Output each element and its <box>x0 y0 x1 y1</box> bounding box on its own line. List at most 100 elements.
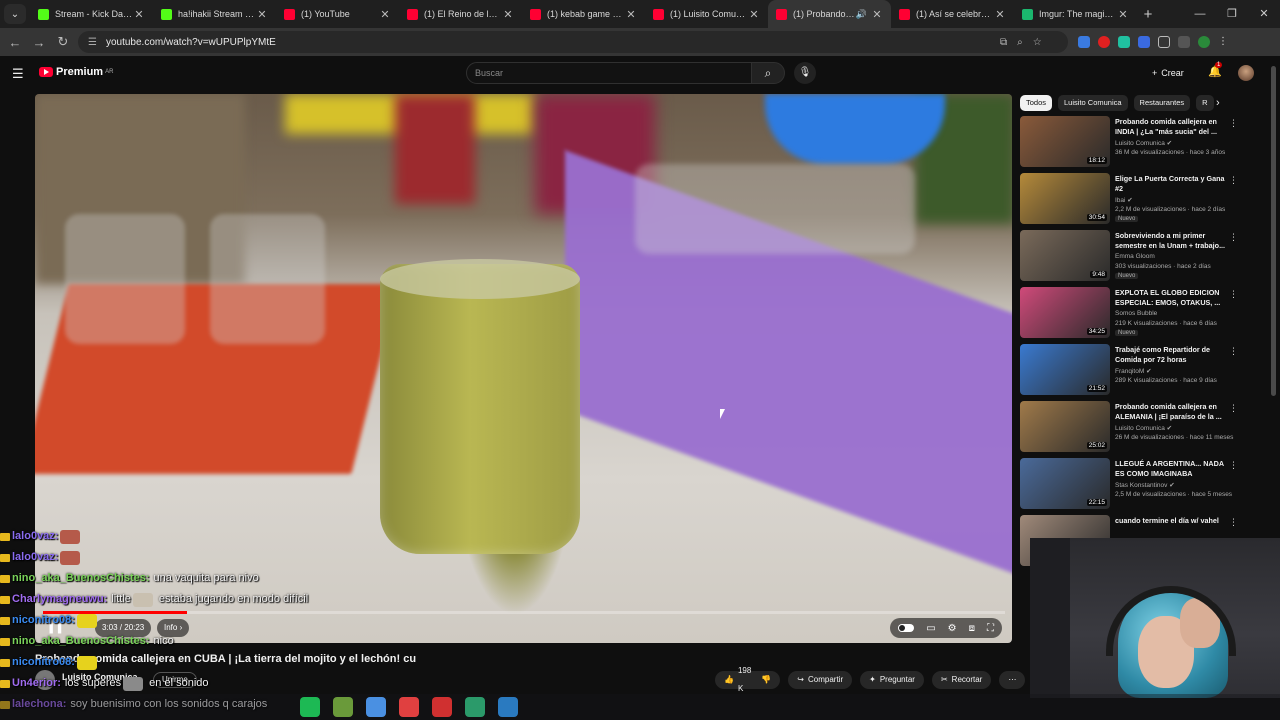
channel-name[interactable]: Stas Konstantinov ✔ <box>1115 481 1175 489</box>
restore-icon[interactable]: ❐ <box>1216 0 1248 28</box>
tab-close-icon[interactable]: ✕ <box>502 8 514 21</box>
media-icon[interactable] <box>1178 36 1190 48</box>
more-actions-button[interactable]: ⋯ <box>999 671 1026 689</box>
tab-close-icon[interactable]: ✕ <box>256 8 268 21</box>
more-vert-icon[interactable]: ⋮ <box>1229 460 1238 471</box>
extension-icon[interactable] <box>1078 36 1090 48</box>
video-thumbnail[interactable]: 21:52 <box>1020 344 1110 395</box>
back-icon[interactable]: ← <box>3 35 27 50</box>
more-vert-icon[interactable]: ⋮ <box>1229 232 1238 243</box>
channel-name[interactable]: Luisito Comunica ✔ <box>1115 139 1172 147</box>
tab-close-icon[interactable]: ✕ <box>133 8 145 21</box>
like-button[interactable]: 👍 198 K 👎 <box>715 666 781 693</box>
bookmark-star-icon[interactable]: ☆ <box>1033 37 1042 48</box>
video-thumbnail[interactable]: 34:25 <box>1020 287 1110 338</box>
account-avatar[interactable] <box>1238 65 1254 81</box>
tab-search-button[interactable]: ⌄ <box>4 4 26 24</box>
page-scrollbar[interactable] <box>1271 66 1276 396</box>
video-thumbnail[interactable]: 25:02 <box>1020 401 1110 452</box>
site-info-icon[interactable]: ☰ <box>88 37 97 48</box>
taskbar-app-icon[interactable] <box>432 697 452 717</box>
video-thumbnail[interactable]: 30:54 <box>1020 173 1110 224</box>
taskbar-app-icon[interactable] <box>465 697 485 717</box>
chevron-right-icon[interactable]: › <box>1216 97 1220 109</box>
taskbar-app-icon[interactable] <box>399 697 419 717</box>
new-tab-button[interactable]: + <box>1137 6 1159 23</box>
video-thumbnail[interactable]: 22:15 <box>1020 458 1110 509</box>
ask-button[interactable]: ✦ Preguntar <box>860 671 924 689</box>
microphone-icon[interactable]: 🎙 <box>794 62 816 84</box>
browser-tab[interactable]: Imgur: The magic of ✕ <box>1014 0 1137 28</box>
share-button[interactable]: ↪ Compartir <box>788 671 853 689</box>
fullscreen-icon[interactable]: ⛶ <box>987 623 994 634</box>
profile-icon[interactable] <box>1198 36 1210 48</box>
settings-gear-icon[interactable]: ⚙ <box>948 623 957 634</box>
close-icon[interactable]: ✕ <box>1248 0 1280 28</box>
browser-tab[interactable]: Stream - Kick Dashbo✕ <box>30 0 153 28</box>
more-vert-icon[interactable]: ⋮ <box>1229 118 1238 129</box>
create-button[interactable]: + Crear <box>1152 64 1184 82</box>
more-vert-icon[interactable]: ⋮ <box>1229 346 1238 357</box>
recommended-video[interactable]: 22:15 LLEGUÉ A ARGENTINA... NADA ES COMO … <box>1020 458 1242 515</box>
clip-button[interactable]: ✂ Recortar <box>931 671 992 689</box>
more-vert-icon[interactable]: ⋮ <box>1229 403 1238 414</box>
video-thumbnail[interactable]: 9:48 <box>1020 230 1110 281</box>
tab-close-icon[interactable]: ✕ <box>994 8 1006 21</box>
forward-icon[interactable]: → <box>27 35 51 50</box>
notifications-bell-icon[interactable]: 🔔 1 <box>1208 62 1223 78</box>
taskbar-app-icon[interactable] <box>333 697 353 717</box>
more-vert-icon[interactable]: ⋮ <box>1229 517 1238 528</box>
recommended-video[interactable]: 30:54 Elige La Puerta Correcta y Gana #2 I… <box>1020 173 1242 230</box>
browser-tab[interactable]: (1) Así se celebra el d✕ <box>891 0 1014 28</box>
recommended-video[interactable]: 9:48 Sobreviviendo a mi primer semestre e… <box>1020 230 1242 287</box>
tab-close-icon[interactable]: ✕ <box>379 8 391 21</box>
taskbar-app-icon[interactable] <box>300 697 320 717</box>
miniplayer-icon[interactable]: ⧈ <box>969 623 975 634</box>
video-title[interactable]: Trabajé como Repartidor de Comida por 72… <box>1115 345 1227 364</box>
hamburger-menu-icon[interactable]: ☰ <box>12 66 24 82</box>
tab-close-icon[interactable]: ✕ <box>625 8 637 21</box>
thumbs-down-icon[interactable]: 👎 <box>761 671 771 689</box>
minimize-icon[interactable]: — <box>1184 0 1216 28</box>
browser-tab[interactable]: (1) kebab game stree ✕ <box>522 0 645 28</box>
tab-close-icon[interactable]: ✕ <box>1117 8 1129 21</box>
search-input[interactable]: Buscar <box>466 62 752 84</box>
channel-name[interactable]: Emma Gloom <box>1115 253 1155 260</box>
url-field[interactable]: ☰ youtube.com/watch?v=wUPUPlpYMtE <box>78 31 1068 53</box>
channel-name[interactable]: FranqitoM ✔ <box>1115 367 1152 375</box>
filter-chip[interactable]: Restaurantes <box>1133 95 1191 111</box>
recommended-video[interactable]: 21:52 Trabajé como Repartidor de Comida p… <box>1020 344 1242 401</box>
browser-tab[interactable]: (1) YouTube ✕ <box>276 0 399 28</box>
menu-dots-icon[interactable]: ⋮ <box>1218 36 1228 48</box>
taskbar-app-icon[interactable] <box>366 697 386 717</box>
search-icon[interactable]: ⌕ <box>751 62 785 84</box>
tab-close-icon[interactable]: ✕ <box>871 8 883 21</box>
video-title[interactable]: EXPLOTA EL GLOBO EDICION ESPECIAL: EMOS,… <box>1115 288 1227 307</box>
filter-chip[interactable]: Luisito Comunica <box>1058 95 1128 111</box>
video-thumbnail[interactable]: 18:12 <box>1020 116 1110 167</box>
extension-icon[interactable] <box>1098 36 1110 48</box>
video-title[interactable]: LLEGUÉ A ARGENTINA... NADA ES COMO IMAGI… <box>1115 459 1227 478</box>
speaker-icon[interactable]: 🔊 <box>856 9 867 20</box>
reload-icon[interactable]: ↻ <box>51 34 75 50</box>
filter-chip[interactable]: Todos <box>1020 95 1053 111</box>
video-title[interactable]: Sobreviviendo a mi primer semestre en la… <box>1115 231 1227 250</box>
autoplay-toggle[interactable] <box>898 624 915 632</box>
video-title[interactable]: Probando comida callejera en ALEMANIA | … <box>1115 402 1227 421</box>
puzzle-icon[interactable] <box>1158 36 1170 48</box>
recommended-video[interactable]: 25:02 Probando comida callejera en ALEMAN… <box>1020 401 1242 458</box>
browser-tab[interactable]: (1) Luisito Comunica ✕ <box>645 0 768 28</box>
youtube-logo[interactable]: Premium AR <box>39 66 113 78</box>
browser-tab[interactable]: (1) El Reino de los En✕ <box>399 0 522 28</box>
install-icon[interactable]: ⧉ <box>1000 37 1007 48</box>
subtitles-icon[interactable]: ▭ <box>926 623 935 634</box>
more-vert-icon[interactable]: ⋮ <box>1229 289 1238 300</box>
channel-name[interactable]: Somos Bubble <box>1115 310 1157 317</box>
video-title[interactable]: Probando comida callejera en INDIA | ¿La… <box>1115 117 1227 136</box>
tab-close-icon[interactable]: ✕ <box>748 8 760 21</box>
more-vert-icon[interactable]: ⋮ <box>1229 175 1238 186</box>
channel-name[interactable]: Luisito Comunica ✔ <box>1115 424 1172 432</box>
recommended-video[interactable]: 34:25 EXPLOTA EL GLOBO EDICION ESPECIAL: … <box>1020 287 1242 344</box>
extension-icon[interactable] <box>1118 36 1130 48</box>
extension-icon[interactable] <box>1138 36 1150 48</box>
